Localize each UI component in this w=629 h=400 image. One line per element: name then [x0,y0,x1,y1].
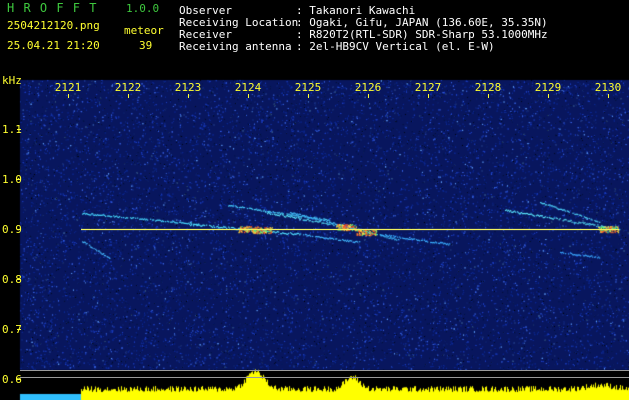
info-antenna-label: Receiving antenna [179,40,292,53]
x-tick-label: 2122 [115,81,142,94]
x-tick-label: 2123 [175,81,202,94]
count-label: meteor [124,24,164,37]
x-tick-label: 2130 [595,81,622,94]
x-tick-labels: 2121 2122 2123 2124 2125 2126 2127 2128 … [55,81,622,94]
app-version: 1.0.0 [126,2,160,15]
x-tick-label: 2121 [55,81,82,94]
x-tick-label: 2126 [355,81,382,94]
file-name: 2504212120.png [7,19,100,32]
x-tick-label: 2129 [535,81,562,94]
x-tick-marks [68,94,609,98]
header-panel: H R O F F T 1.0.0 2504212120.png meteor … [0,0,629,74]
y-tick-marks [17,129,21,380]
x-tick-label: 2127 [415,81,442,94]
count-value: 39 [139,39,153,52]
info-antenna-value: : 2el-HB9CV Vertical (el. E-W) [296,40,495,53]
x-tick-label: 2128 [475,81,502,94]
y-unit-label: kHz [2,74,22,87]
x-tick-label: 2124 [235,81,262,94]
y-tick-labels: 1.1 1.0 0.9 0.8 0.7 0.6 [2,123,22,386]
x-tick-label: 2125 [295,81,322,94]
date-time: 25.04.21 21:20 [7,39,100,52]
spectrogram-overlay: kHz 2121 2122 2123 2124 2125 2126 2127 2… [2,74,629,386]
app-title: H R O F F T [7,1,98,15]
